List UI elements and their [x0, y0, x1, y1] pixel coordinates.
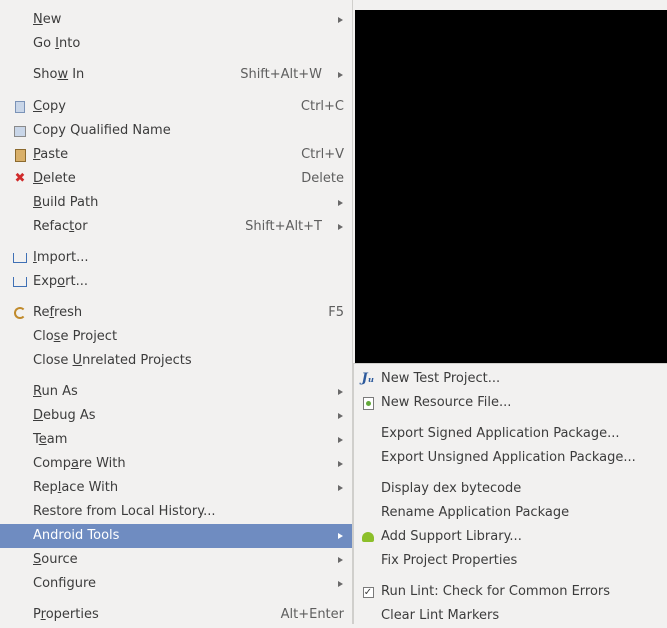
resource-file-icon [360, 395, 376, 411]
delete-icon: ✖ [14, 171, 26, 186]
context-menu: New Go Into Show In Shift+Alt+W Copy Ctr… [0, 0, 353, 624]
import-icon [12, 250, 28, 266]
submenu-arrow-icon [338, 200, 343, 206]
checkbox-icon: ✓ [362, 586, 374, 598]
submenu-arrow-icon [338, 437, 343, 443]
menu-item-properties[interactable]: Properties Alt+Enter [0, 603, 352, 627]
submenu-item-run-lint[interactable]: ✓ Run Lint: Check for Common Errors [354, 580, 667, 604]
menu-item-refactor[interactable]: Refactor Shift+Alt+T [0, 215, 352, 239]
menu-item-android-tools[interactable]: Android Tools [0, 524, 352, 548]
submenu-item-export-unsigned-application-package[interactable]: Export Unsigned Application Package... [354, 446, 667, 470]
menu-item-team[interactable]: Team [0, 428, 352, 452]
submenu-arrow-icon [338, 461, 343, 467]
shortcut-label: Delete [301, 171, 344, 186]
android-icon [360, 529, 376, 545]
submenu-arrow-icon [338, 413, 343, 419]
background-window [355, 10, 667, 363]
menu-item-new[interactable]: New [0, 8, 352, 32]
submenu-arrow-icon [338, 224, 343, 230]
submenu-item-new-test-project[interactable]: Jᵤ New Test Project... [354, 367, 667, 391]
submenu-arrow-icon [338, 389, 343, 395]
shortcut-label: F5 [328, 305, 344, 320]
copy-icon [12, 99, 28, 115]
menu-item-refresh[interactable]: Refresh F5 [0, 301, 352, 325]
submenu-item-new-resource-file[interactable]: New Resource File... [354, 391, 667, 415]
menu-item-close-project[interactable]: Close Project [0, 325, 352, 349]
submenu-arrow-icon [338, 485, 343, 491]
submenu-arrow-icon [338, 72, 343, 78]
copy-qualified-name-icon [12, 123, 28, 139]
menu-item-close-unrelated-projects[interactable]: Close Unrelated Projects [0, 349, 352, 373]
refresh-icon [12, 305, 28, 321]
submenu-arrow-icon [338, 581, 343, 587]
submenu-item-clear-lint-markers[interactable]: Clear Lint Markers [354, 604, 667, 628]
menu-item-copy-qualified-name[interactable]: Copy Qualified Name [0, 119, 352, 143]
submenu-item-fix-project-properties[interactable]: Fix Project Properties [354, 549, 667, 573]
menu-item-delete[interactable]: ✖ Delete Delete [0, 167, 352, 191]
export-icon [12, 274, 28, 290]
junit-icon: Jᵤ [361, 371, 375, 386]
shortcut-label: Alt+Enter [280, 607, 344, 622]
submenu-arrow-icon [338, 17, 343, 23]
menu-item-configure[interactable]: Configure [0, 572, 352, 596]
menu-item-replace-with[interactable]: Replace With [0, 476, 352, 500]
shortcut-label: Ctrl+C [300, 99, 344, 114]
submenu-item-rename-application-package[interactable]: Rename Application Package [354, 501, 667, 525]
android-tools-submenu: Jᵤ New Test Project... New Resource File… [353, 363, 667, 624]
paste-icon [12, 147, 28, 163]
menu-item-build-path[interactable]: Build Path [0, 191, 352, 215]
shortcut-label: Shift+Alt+W [240, 67, 322, 82]
menu-item-export[interactable]: Export... [0, 270, 352, 294]
shortcut-label: Ctrl+V [301, 147, 344, 162]
menu-item-run-as[interactable]: Run As [0, 380, 352, 404]
menu-item-import[interactable]: Import... [0, 246, 352, 270]
menu-item-copy[interactable]: Copy Ctrl+C [0, 95, 352, 119]
menu-item-debug-as[interactable]: Debug As [0, 404, 352, 428]
menu-item-show-in[interactable]: Show In Shift+Alt+W [0, 63, 352, 87]
menu-item-go-into[interactable]: Go Into [0, 32, 352, 56]
shortcut-label: Shift+Alt+T [245, 219, 322, 234]
menu-item-compare-with[interactable]: Compare With [0, 452, 352, 476]
submenu-arrow-icon [338, 557, 343, 563]
submenu-item-add-support-library[interactable]: Add Support Library... [354, 525, 667, 549]
menu-item-source[interactable]: Source [0, 548, 352, 572]
submenu-item-export-signed-application-package[interactable]: Export Signed Application Package... [354, 422, 667, 446]
menu-item-paste[interactable]: Paste Ctrl+V [0, 143, 352, 167]
submenu-arrow-icon [338, 533, 343, 539]
menu-item-restore-from-local-history[interactable]: Restore from Local History... [0, 500, 352, 524]
submenu-item-display-dex-bytecode[interactable]: Display dex bytecode [354, 477, 667, 501]
